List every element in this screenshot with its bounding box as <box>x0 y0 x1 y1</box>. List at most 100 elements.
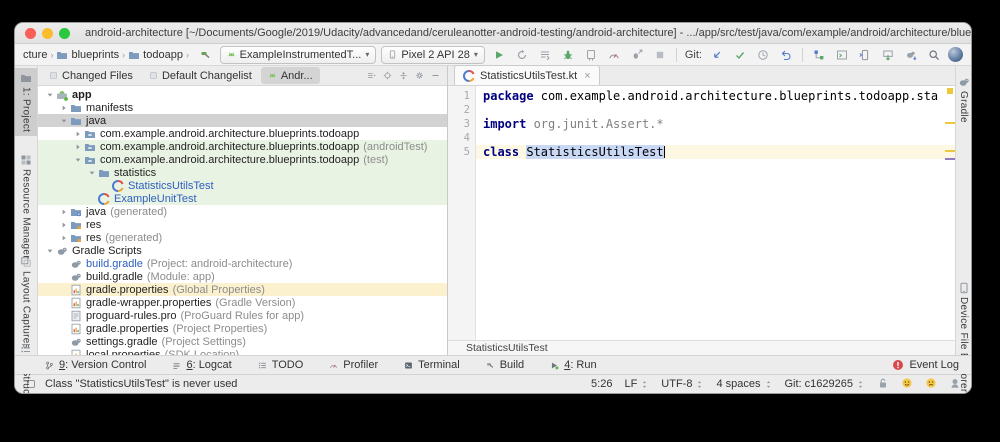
tree-item[interactable]: settings.gradle (Project Settings) <box>38 335 447 348</box>
tool-button-todo[interactable]: TODO <box>258 359 303 371</box>
tree-item-annotation: (Project Settings) <box>161 335 246 348</box>
profiler-button[interactable] <box>605 46 623 63</box>
gradle-sync-button[interactable] <box>902 46 920 63</box>
status-segment[interactable]: 4 spaces <box>716 378 772 390</box>
frown-button[interactable] <box>925 377 937 392</box>
tab-andr[interactable]: Andr... <box>260 67 320 84</box>
rerun-button[interactable] <box>513 46 531 63</box>
tree-item[interactable]: local.properties (SDK Location) <box>38 348 447 355</box>
tree-item[interactable]: res <box>38 218 447 231</box>
main-toolbar: cture›blueprints›todoapp›statistics›Stat… <box>15 44 971 66</box>
tree-item[interactable]: com.example.android.architecture.bluepri… <box>38 153 447 166</box>
tree-item-name: StatisticsUtilsTest <box>128 179 214 192</box>
tree-item[interactable]: com.example.android.architecture.bluepri… <box>38 127 447 140</box>
vcs-rollback-button[interactable] <box>777 46 795 63</box>
code-token: com.example.android.architecture.bluepri… <box>533 89 939 103</box>
avatar[interactable] <box>948 47 963 62</box>
settings-gear-button[interactable] <box>415 67 424 85</box>
avd-manager-button[interactable] <box>856 46 874 63</box>
attach-debugger-button[interactable] <box>628 46 646 63</box>
vcs-history-button[interactable] <box>754 46 772 63</box>
ide-window: android-architecture [~/Documents/Google… <box>14 22 972 394</box>
close-tab-icon[interactable]: × <box>584 70 590 82</box>
status-segment[interactable]: UTF-8 <box>661 378 704 390</box>
kotlin-file-icon <box>463 69 475 82</box>
collapse-all-button[interactable] <box>399 67 408 85</box>
editor-breadcrumb-item[interactable]: StatisticsUtilsTest <box>466 342 548 354</box>
stripe-item-1-project[interactable]: 1: Project <box>15 68 37 137</box>
vcs-commit-button[interactable] <box>731 46 749 63</box>
tool-button-4-run[interactable]: 4: Run <box>550 359 597 371</box>
search-everywhere-button[interactable] <box>925 46 943 63</box>
status-segment[interactable]: Git: c1629265 <box>785 378 866 390</box>
locate-button[interactable] <box>383 67 392 85</box>
project-tree: app manifests java com.example.android.arch… <box>38 86 447 355</box>
tool-button-profiler[interactable]: Profiler <box>329 359 378 371</box>
event-log-button[interactable]: Event Log <box>892 359 959 371</box>
tool-button-terminal[interactable]: Terminal <box>404 359 460 371</box>
close-window-button[interactable] <box>25 27 36 39</box>
tree-item-name: com.example.android.architecture.bluepri… <box>100 140 360 153</box>
tree-item[interactable]: build.gradle (Module: app) <box>38 270 447 283</box>
kotlin-icon <box>112 179 124 192</box>
tree-item[interactable]: StatisticsUtilsTest <box>38 179 447 192</box>
tool-button-build[interactable]: Build <box>486 359 524 371</box>
stripe-item-device-file-explorer[interactable]: Device File Explorer <box>956 278 971 393</box>
tab-changed-files[interactable]: Changed Files <box>42 67 140 84</box>
vcs-update-icon <box>711 49 723 61</box>
tree-item[interactable]: statistics <box>38 166 447 179</box>
sdk-manager-button[interactable] <box>879 46 897 63</box>
vcs-update-button[interactable] <box>708 46 726 63</box>
gradle-file-icon <box>70 336 82 348</box>
debug-button[interactable] <box>559 46 577 63</box>
tree-item-annotation: (test) <box>363 153 389 166</box>
tree-item[interactable]: gradle-wrapper.properties (Gradle Version… <box>38 296 447 309</box>
tool-button-6-logcat[interactable]: 6: Logcat <box>172 359 232 371</box>
tree-item-name: build.gradle <box>86 257 143 270</box>
terminal-window-button[interactable] <box>833 46 851 63</box>
build-hammer-button[interactable] <box>197 46 215 63</box>
stripe-item-resource-manager[interactable]: Resource Manager <box>15 150 37 263</box>
tool-button-9-version-control[interactable]: 9: Version Control <box>45 359 146 371</box>
tree-item-name: build.gradle <box>86 270 143 283</box>
status-segment[interactable]: 5:26 <box>591 378 612 390</box>
tree-item[interactable]: java <box>38 114 447 127</box>
stripe-item-gradle[interactable]: Gradle <box>956 72 971 127</box>
editor-tab[interactable]: StatisticsUtilsTest.kt × <box>454 65 600 85</box>
coverage-button[interactable] <box>536 46 554 63</box>
tree-item[interactable]: com.example.android.architecture.bluepri… <box>38 140 447 153</box>
attach-process-icon <box>585 49 597 61</box>
tree-item[interactable]: gradle.properties (Global Properties) <box>38 283 447 296</box>
zoom-window-button[interactable] <box>59 27 70 39</box>
project-structure-button[interactable] <box>810 46 828 63</box>
tree-item[interactable]: app <box>38 88 447 101</box>
editor-gutter[interactable]: 1 2 3 4 5 <box>448 86 476 340</box>
breadcrumb-item[interactable]: todoapp <box>128 49 183 61</box>
tree-item[interactable]: proguard-rules.pro (ProGuard Rules for ap… <box>38 309 447 322</box>
run-config-select[interactable]: ExampleInstrumentedT... ▾ <box>219 45 377 64</box>
breadcrumb-item[interactable]: blueprints <box>56 49 119 61</box>
tree-item[interactable]: gradle.properties (Project Properties) <box>38 322 447 335</box>
minimize-window-button[interactable] <box>42 27 53 39</box>
hide-button[interactable] <box>431 67 440 85</box>
breadcrumb-item[interactable]: statistics <box>192 49 193 61</box>
view-options-button[interactable] <box>367 67 376 85</box>
tree-item[interactable]: java (generated) <box>38 205 447 218</box>
device-select[interactable]: Pixel 2 API 28 ▾ <box>381 45 485 64</box>
run-button[interactable] <box>490 46 508 63</box>
status-segment[interactable]: LF <box>624 378 649 390</box>
tree-item[interactable]: build.gradle (Project: android-architectu… <box>38 257 447 270</box>
tree-item-name: com.example.android.architecture.bluepri… <box>100 153 360 166</box>
tree-item[interactable]: ExampleUnitTest <box>38 192 447 205</box>
breadcrumb-item[interactable]: cture <box>23 49 47 61</box>
lock-button[interactable] <box>877 377 889 392</box>
tab-default-changelist[interactable]: Default Changelist <box>142 67 259 84</box>
tree-item[interactable]: Gradle Scripts <box>38 244 447 257</box>
vcs-history-icon <box>757 49 769 61</box>
attach-process-button[interactable] <box>582 46 600 63</box>
stop-button[interactable] <box>651 46 669 63</box>
smile-button[interactable] <box>901 377 913 392</box>
code-editor[interactable]: 1 2 3 4 5 package com.example.android.archit… <box>448 86 955 340</box>
tree-item[interactable]: res (generated) <box>38 231 447 244</box>
tree-item[interactable]: manifests <box>38 101 447 114</box>
